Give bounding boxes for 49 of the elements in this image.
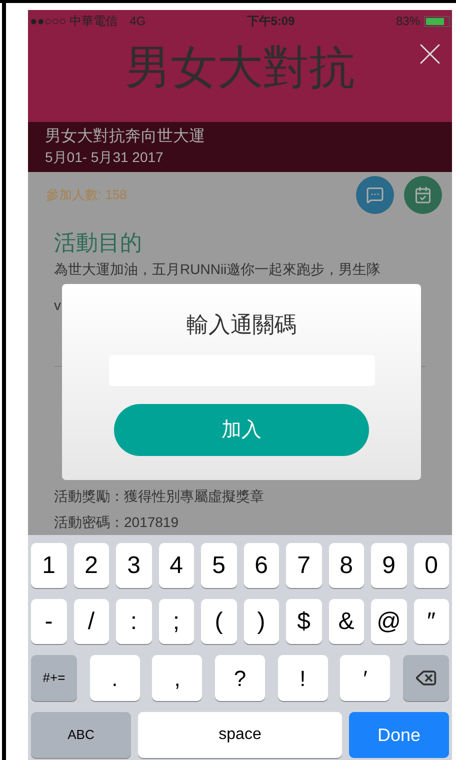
banner-headline: 男女大對抗 <box>125 40 355 94</box>
done-key[interactable]: Done <box>349 712 449 758</box>
keyboard-key[interactable]: 2 <box>74 543 109 588</box>
time-text: 下午5:09 <box>246 13 295 30</box>
body-text: 為世大運加油，五月RUNNii邀你一起來跑步，男生隊 <box>54 260 381 279</box>
keyboard-key[interactable]: - <box>31 599 66 644</box>
keyboard-key[interactable]: @ <box>371 599 406 644</box>
keyboard-key[interactable]: 6 <box>244 543 279 588</box>
keyboard-key[interactable]: 7 <box>286 543 322 588</box>
keyboard-key[interactable]: 1 <box>31 543 66 588</box>
keyboard-key[interactable]: ? <box>214 655 265 701</box>
keyboard-key[interactable]: 5 <box>201 543 236 588</box>
body-text: v <box>54 296 61 315</box>
keyboard-key[interactable]: $ <box>286 599 322 644</box>
keyboard-key[interactable]: 4 <box>158 543 194 588</box>
keyboard-key[interactable]: ) <box>244 599 279 644</box>
keyboard-key[interactable]: 9 <box>371 543 406 588</box>
chat-icon <box>366 186 384 204</box>
keyboard-key[interactable]: & <box>328 599 364 644</box>
delete-key[interactable] <box>402 655 449 701</box>
battery-icon <box>424 16 450 26</box>
keyboard-key[interactable]: . <box>90 655 140 701</box>
section-heading: 活動目的 <box>54 229 142 257</box>
keyboard-key[interactable]: ; <box>158 599 194 644</box>
participant-count: 參加人數: 158 <box>46 186 127 204</box>
event-title: 男女大對抗奔向世大運 <box>45 126 205 147</box>
calendar-button[interactable] <box>404 176 442 214</box>
network-text: 4G <box>130 13 146 30</box>
keyboard-key[interactable]: ″ <box>414 599 449 644</box>
keyboard-key[interactable]: 8 <box>328 543 364 588</box>
battery-text: 83% <box>396 13 420 30</box>
event-dates: 5月01- 5月31 2017 <box>45 148 164 166</box>
dialog-title: 輸入通關碼 <box>186 311 296 339</box>
keyboard-key[interactable]: 3 <box>116 543 152 588</box>
keyboard-key[interactable]: ABC <box>31 712 131 758</box>
detail-text: 活動密碼：2017819 <box>54 513 179 532</box>
keyboard-key[interactable]: #+= <box>31 655 77 701</box>
calendar-icon <box>414 186 432 204</box>
keyboard-key[interactable]: ′ <box>340 655 390 701</box>
keyboard-key[interactable]: : <box>116 599 152 644</box>
keyboard-key[interactable]: ( <box>201 599 236 644</box>
keyboard-key[interactable]: / <box>74 599 109 644</box>
space-key[interactable]: space <box>138 712 342 758</box>
carrier-text: ●●○○○ 中華電信 <box>30 13 118 30</box>
detail-text: 活動獎勵：獲得性別專屬虛擬獎章 <box>54 487 264 506</box>
chat-button[interactable] <box>356 176 394 214</box>
keyboard-key[interactable]: 0 <box>414 543 449 588</box>
keyboard-key[interactable]: , <box>152 655 202 701</box>
keyboard-key[interactable]: ! <box>278 655 328 701</box>
